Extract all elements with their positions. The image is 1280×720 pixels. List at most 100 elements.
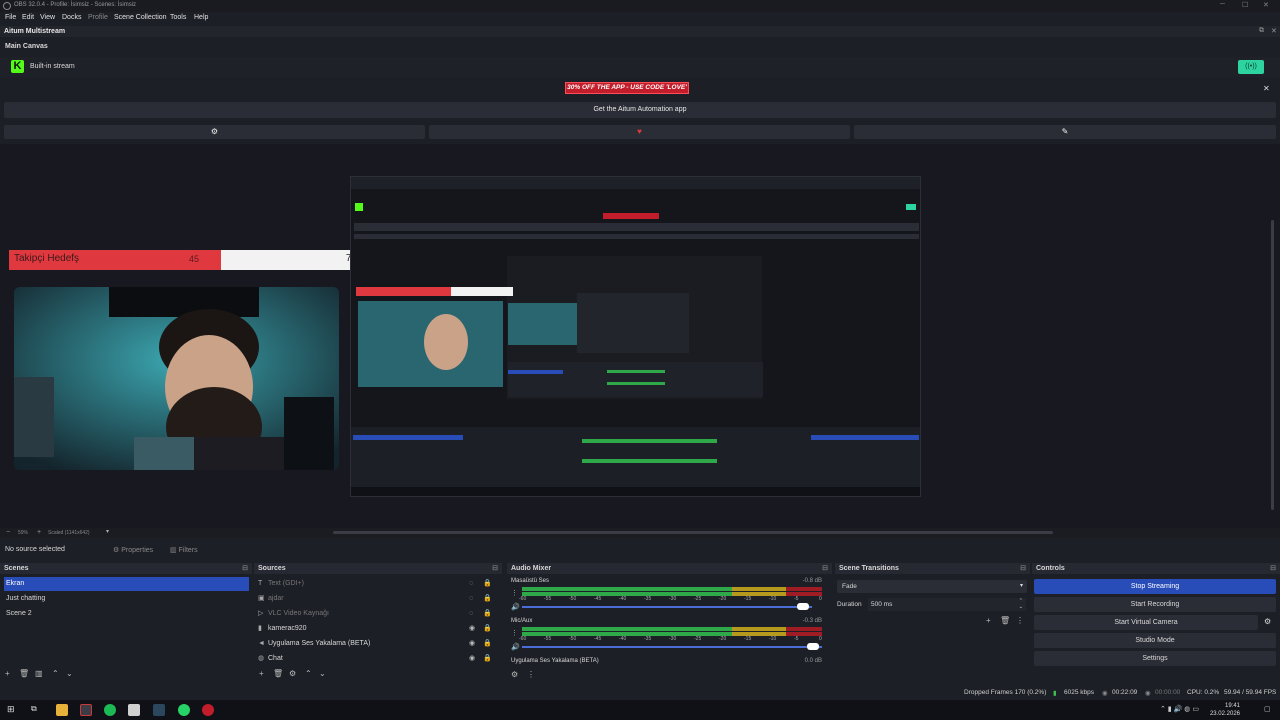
move-up-icon[interactable]: ⌃ (52, 669, 59, 678)
maximize-icon[interactable]: ☐ (1242, 1, 1248, 9)
move-up-icon[interactable]: ⌃ (305, 669, 312, 678)
lock-icon[interactable]: 🔒 (483, 637, 492, 651)
advanced-audio-icon[interactable]: ⚙ (511, 670, 518, 679)
obs-taskbar-icon[interactable] (80, 704, 92, 716)
eye-hidden-icon[interactable]: ◌ (469, 577, 473, 591)
mixer-menu-icon[interactable]: ⊟ (822, 564, 828, 572)
promo-close-icon[interactable]: ✕ (1263, 84, 1270, 93)
menu-file[interactable]: File (5, 14, 16, 21)
scene-item[interactable]: Just chatting (4, 592, 249, 606)
lock-icon[interactable]: 🔒 (483, 592, 492, 606)
filters-button[interactable]: ▥ Filters (170, 546, 198, 554)
close-icon[interactable]: ✕ (1263, 1, 1269, 9)
source-item[interactable]: ◍ Chat ◉ 🔒 (256, 652, 496, 666)
remove-source-icon[interactable]: 🗑 (273, 669, 283, 678)
volume-slider[interactable] (522, 606, 812, 608)
meter-tick-label: 0 (819, 636, 822, 642)
menu-help[interactable]: Help (194, 14, 208, 21)
scale-dropdown-icon[interactable]: ▾ (106, 528, 109, 535)
horizontal-scrollbar[interactable] (333, 531, 1053, 534)
aitum-chat-button[interactable]: ✎ (854, 125, 1276, 139)
settings-button[interactable]: Settings (1034, 651, 1276, 666)
transitions-menu-icon[interactable]: ⊟ (1020, 564, 1026, 572)
menu-docks[interactable]: Docks (62, 14, 81, 21)
slider-handle[interactable] (807, 643, 819, 650)
eye-icon[interactable]: ◉ (469, 637, 475, 651)
whatsapp-icon[interactable] (178, 704, 190, 716)
stepper-icon[interactable]: ⌃ ⌄ (1019, 598, 1023, 610)
stream-toggle-button[interactable]: ((•)) (1238, 60, 1264, 74)
scene-item[interactable]: Scene 2 (4, 607, 249, 621)
eye-hidden-icon[interactable]: ◌ (469, 607, 473, 621)
studio-mode-button[interactable]: Studio Mode (1034, 633, 1276, 648)
clock[interactable]: 19:41 23.02.2026 (1210, 702, 1240, 718)
lock-icon[interactable]: 🔒 (483, 607, 492, 621)
eye-icon[interactable]: ◉ (469, 652, 475, 666)
tray-icons[interactable]: ⌃ ▮ 🔊 ◍ ▭ (1160, 705, 1199, 713)
eye-icon[interactable]: ◉ (469, 622, 475, 636)
scene-filters-icon[interactable]: ▥ (35, 669, 43, 678)
start-recording-button[interactable]: Start Recording (1034, 597, 1276, 612)
virtual-camera-settings-icon[interactable]: ⚙ (1264, 617, 1271, 626)
volume-icon[interactable]: 🔊 (511, 603, 520, 611)
menu-scene-collection[interactable]: Scene Collection (114, 14, 167, 21)
lock-icon[interactable]: 🔒 (483, 577, 492, 591)
menu-edit[interactable]: Edit (22, 14, 34, 21)
volume-slider[interactable] (522, 646, 822, 648)
task-view-icon[interactable]: ⧉ (31, 704, 43, 716)
file-explorer-icon[interactable] (56, 704, 68, 716)
source-item[interactable]: ▮ kamerac920 ◉ 🔒 (256, 622, 496, 636)
move-down-icon[interactable]: ⌄ (319, 669, 326, 678)
add-transition-icon[interactable]: + (986, 616, 991, 625)
source-item[interactable]: ▷ VLC Video Kaynağı ◌ 🔒 (256, 607, 496, 621)
source-properties-icon[interactable]: ⚙ (289, 669, 296, 678)
notification-icon[interactable]: ▢ (1264, 705, 1271, 713)
stop-streaming-button[interactable]: Stop Streaming (1034, 579, 1276, 594)
app-icon[interactable] (128, 704, 140, 716)
transition-menu-icon[interactable]: ⋮ (1016, 616, 1024, 625)
slider-handle[interactable] (797, 603, 809, 610)
vertical-scrollbar[interactable] (1271, 220, 1274, 510)
steam-icon[interactable] (153, 704, 165, 716)
channel-menu-icon[interactable]: ⋮ (511, 589, 518, 597)
minimize-icon[interactable]: ─ (1220, 1, 1225, 8)
zoom-out-icon[interactable]: − (6, 529, 10, 536)
aitum-settings-button[interactable]: ⚙ (4, 125, 425, 139)
source-item[interactable]: ◄ Uygulama Ses Yakalama (BETA) ◉ 🔒 (256, 637, 496, 651)
lock-icon[interactable]: 🔒 (483, 652, 492, 666)
volume-icon[interactable]: 🔊 (511, 643, 520, 651)
add-source-icon[interactable]: + (259, 669, 264, 678)
get-app-button[interactable]: Get the Aitum Automation app (4, 102, 1276, 118)
source-item[interactable]: T Text (GDI+) ◌ 🔒 (256, 577, 496, 591)
controls-menu-icon[interactable]: ⊟ (1270, 564, 1276, 572)
move-down-icon[interactable]: ⌄ (66, 669, 73, 678)
zoom-in-icon[interactable]: + (37, 529, 41, 536)
remove-scene-icon[interactable]: 🗑 (19, 669, 29, 678)
start-virtual-camera-button[interactable]: Start Virtual Camera (1034, 615, 1258, 630)
record-app-icon[interactable] (202, 704, 214, 716)
menu-tools[interactable]: Tools (170, 14, 186, 21)
source-item[interactable]: ▣ ajdar ◌ 🔒 (256, 592, 496, 606)
mixer-menu-icon[interactable]: ⋮ (527, 670, 535, 679)
eye-hidden-icon[interactable]: ◌ (469, 592, 473, 606)
sources-menu-icon[interactable]: ⊟ (492, 564, 498, 572)
remove-transition-icon[interactable]: 🗑 (1000, 616, 1010, 625)
aitum-dock-title: Aitum Multistream (4, 28, 66, 35)
scene-item[interactable]: Ekran (4, 577, 249, 591)
duration-input[interactable]: 500 ms ⌃ ⌄ (868, 598, 1026, 611)
menu-view[interactable]: View (40, 14, 55, 21)
float-icon[interactable]: ⧉ (1259, 27, 1264, 35)
promo-banner[interactable]: 30% OFF THE APP - USE CODE 'LOVE' (565, 82, 689, 94)
windows-start-icon[interactable]: ⊞ (7, 704, 19, 716)
menu-profile[interactable]: Profile (88, 14, 108, 21)
spotify-icon[interactable] (104, 704, 116, 716)
properties-button[interactable]: ⚙ Properties (113, 546, 153, 554)
scenes-menu-icon[interactable]: ⊟ (242, 564, 248, 572)
transition-type: Fade (842, 583, 857, 590)
dock-close-icon[interactable]: ✕ (1271, 27, 1277, 35)
add-scene-icon[interactable]: + (5, 669, 10, 678)
transition-select[interactable]: Fade ▾ (837, 580, 1027, 593)
lock-icon[interactable]: 🔒 (483, 622, 492, 636)
channel-menu-icon[interactable]: ⋮ (511, 629, 518, 637)
aitum-donate-button[interactable]: ♥ (429, 125, 850, 139)
